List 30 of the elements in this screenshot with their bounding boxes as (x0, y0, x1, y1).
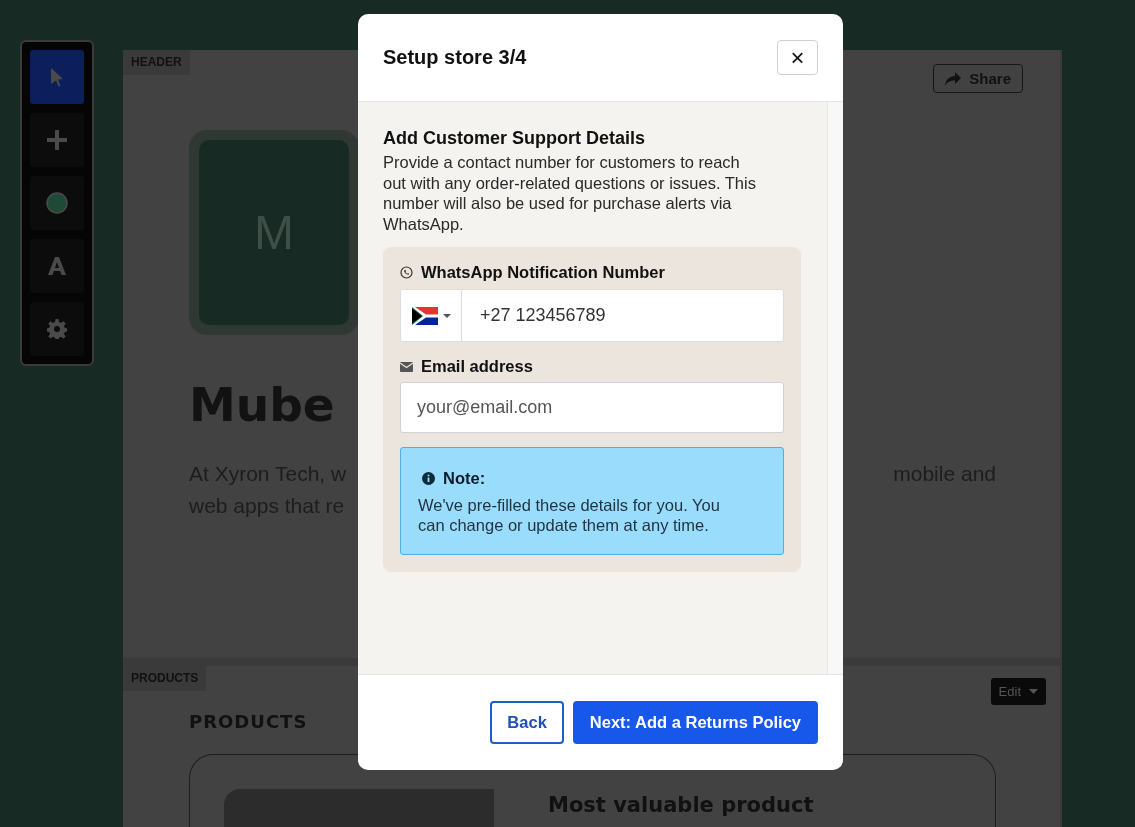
note-text: We've pre-filled these details for you. You can change or update them at any time. (418, 495, 721, 535)
back-button[interactable]: Back (490, 701, 564, 744)
dialog-title: Setup store 3/4 (383, 46, 527, 69)
letter-a-icon (47, 256, 67, 276)
close-button[interactable]: × (777, 40, 818, 75)
plus-icon (47, 130, 67, 150)
tool-button[interactable] (30, 239, 84, 293)
caret-icon (1029, 689, 1038, 694)
info-icon (422, 472, 435, 485)
description-text: Provide a contact number for customers to reach out with any order-related questions or issues. This number will also be used for purchase alerts via WhatsApp. (383, 152, 757, 234)
tool-button[interactable] (30, 176, 84, 230)
circle-icon (46, 192, 68, 214)
share-arrow-icon (945, 71, 962, 86)
email-field[interactable]: your@email.com (400, 382, 784, 433)
field-label: WhatsApp Notification Number (421, 263, 665, 282)
phone-input[interactable]: +27 123456789 (462, 289, 784, 342)
cursor-icon (50, 67, 64, 87)
tool-button[interactable] (30, 302, 84, 356)
gear-icon (47, 319, 67, 339)
next-button[interactable]: Next: Add a Returns Policy (572, 701, 818, 744)
whatsapp-icon (400, 266, 413, 279)
country-selector[interactable] (400, 289, 462, 342)
note-title: Note: (443, 469, 486, 488)
tool-button[interactable] (30, 113, 84, 167)
flag-icon (411, 306, 438, 325)
tool-button[interactable] (30, 50, 84, 104)
caret-icon (442, 313, 451, 318)
envelope-icon (400, 361, 413, 372)
field-label: Email address (421, 357, 533, 376)
section-heading: Add Customer Support Details (383, 128, 647, 149)
